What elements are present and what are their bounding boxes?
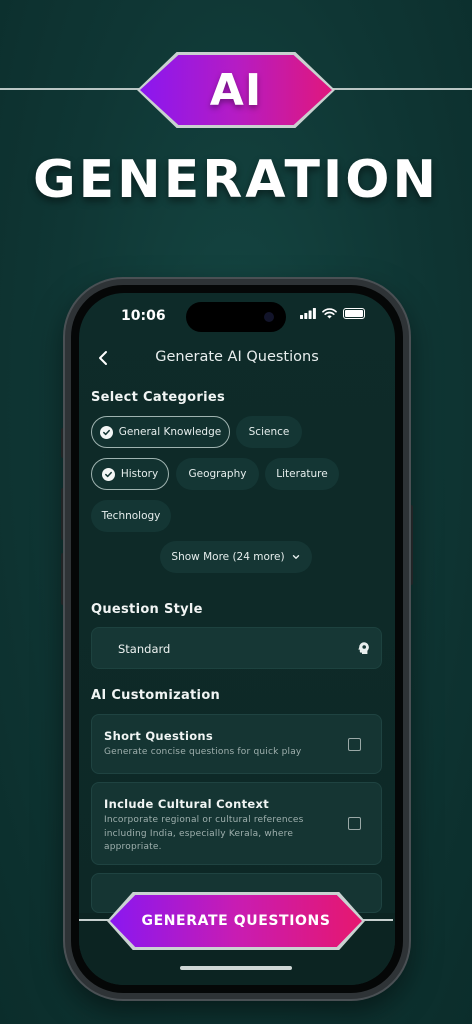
category-chip-label: History xyxy=(120,468,159,480)
category-chip-general-knowledge[interactable]: General Knowledge xyxy=(91,416,230,448)
generate-questions-button[interactable]: GENERATE QUESTIONS xyxy=(110,895,362,947)
question-style-heading: Question Style xyxy=(91,602,203,617)
category-chip-label: Technology xyxy=(101,510,161,522)
front-camera-icon xyxy=(264,312,274,322)
question-style-value: Standard xyxy=(118,642,171,656)
promo-headline: GENERATION xyxy=(32,150,440,210)
wifi-icon xyxy=(322,308,337,319)
phone-screen: 10:06 Generate AI Questions Select Categ… xyxy=(79,293,395,985)
question-style-select[interactable]: Standard xyxy=(91,627,382,669)
home-indicator xyxy=(180,966,292,970)
category-chip-history[interactable]: History xyxy=(91,458,169,490)
badge-divider-right xyxy=(322,88,472,90)
ai-badge-text: AI xyxy=(209,64,263,116)
category-chip-technology[interactable]: Technology xyxy=(91,500,171,532)
option-card-short-questions[interactable]: Short Questions Generate concise questio… xyxy=(91,714,382,774)
category-chip-label: Literature xyxy=(276,468,328,480)
check-circle-icon xyxy=(99,425,113,439)
ai-customization-heading: AI Customization xyxy=(91,688,221,703)
ai-badge: AI xyxy=(140,55,332,125)
battery-icon xyxy=(343,308,365,319)
category-chip-label: Geography xyxy=(188,468,247,480)
psychology-head-icon xyxy=(358,642,369,654)
generate-button-label: GENERATE QUESTIONS xyxy=(141,913,331,929)
option-title: Short Questions xyxy=(104,729,214,743)
category-chip-science[interactable]: Science xyxy=(236,416,302,448)
category-chip-label: Science xyxy=(248,426,290,438)
cultural-context-checkbox[interactable] xyxy=(348,817,361,830)
option-description: Generate concise questions for quick pla… xyxy=(104,747,302,757)
status-icons xyxy=(300,308,365,319)
show-more-label: Show More (24 more) xyxy=(171,551,285,563)
category-chip-geography[interactable]: Geography xyxy=(176,458,259,490)
categories-heading: Select Categories xyxy=(91,390,226,405)
show-more-button[interactable]: Show More (24 more) xyxy=(160,541,312,573)
page-title: Generate AI Questions xyxy=(155,349,319,365)
status-time: 10:06 xyxy=(121,308,166,324)
short-questions-checkbox[interactable] xyxy=(348,738,361,751)
category-chip-literature[interactable]: Literature xyxy=(265,458,339,490)
dynamic-island xyxy=(186,302,286,332)
category-chip-label: General Knowledge xyxy=(118,426,222,438)
option-title: Include Cultural Context xyxy=(104,797,270,811)
chevron-down-icon xyxy=(292,555,299,559)
option-description: Incorporate regional or cultural referen… xyxy=(104,815,304,852)
badge-divider-left xyxy=(0,88,150,90)
check-circle-icon xyxy=(101,467,115,481)
option-card-cultural-context[interactable]: Include Cultural Context Incorporate reg… xyxy=(91,782,382,865)
cellular-signal-icon xyxy=(300,308,316,319)
